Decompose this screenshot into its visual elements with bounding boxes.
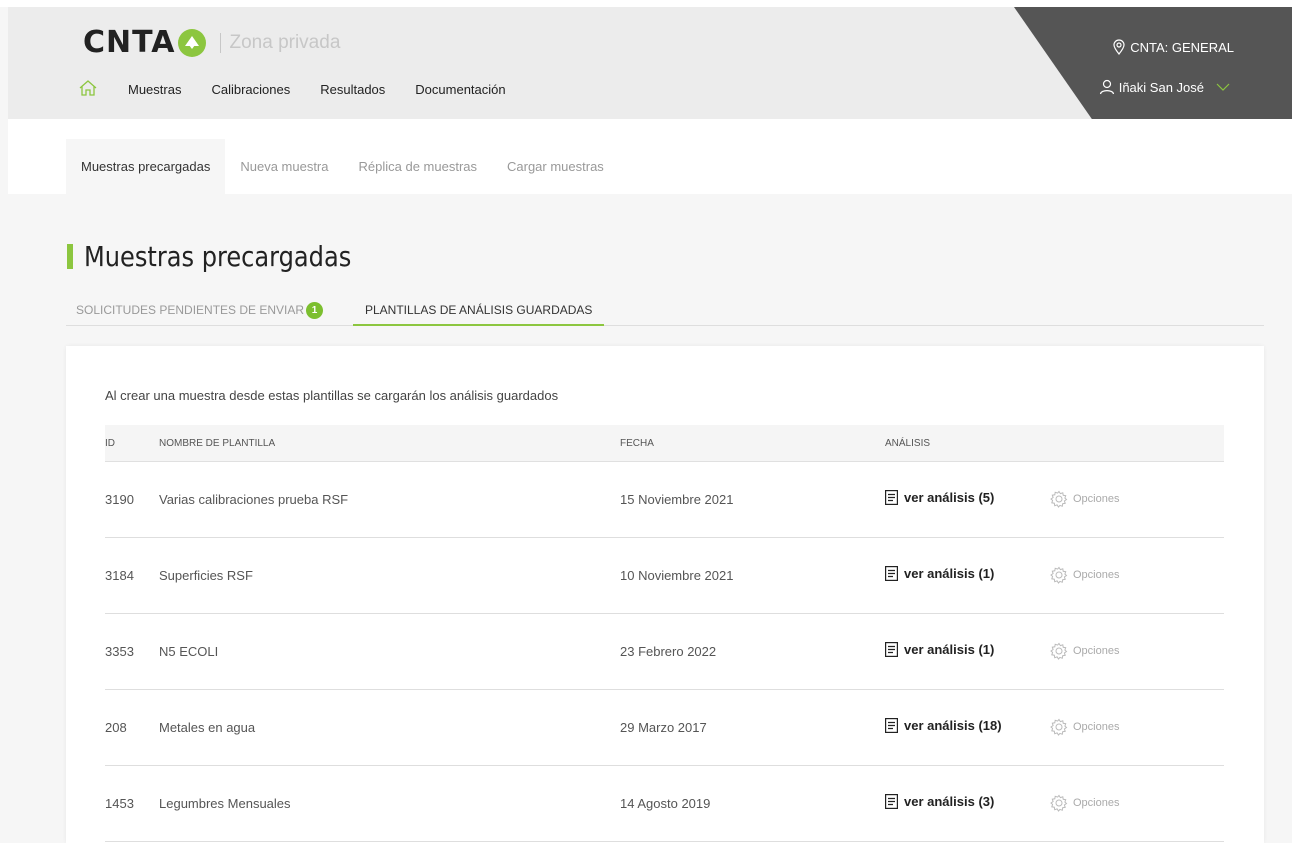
options-label: Opciones <box>1073 721 1120 733</box>
row-date: 14 Agosto 2019 <box>620 796 711 811</box>
chevron-down-icon <box>1216 83 1230 91</box>
row-id: 3190 <box>105 492 134 507</box>
view-analysis-label: ver análisis (18) <box>904 718 1002 733</box>
table-row: 208 Metales en agua 29 Marzo 2017 ver an… <box>105 690 1224 766</box>
row-date: 29 Marzo 2017 <box>620 720 707 735</box>
pending-count-badge: 1 <box>306 302 324 320</box>
user-icon <box>1099 79 1114 95</box>
table-row: 3190 Varias calibraciones prueba RSF 15 … <box>105 462 1224 538</box>
gear-icon <box>1050 794 1068 812</box>
options-button[interactable]: Opciones <box>1050 490 1119 508</box>
templates-card: Al crear una muestra desde estas plantil… <box>66 346 1264 843</box>
gear-icon <box>1050 490 1068 508</box>
row-date: 23 Febrero 2022 <box>620 644 717 659</box>
row-date: 10 Noviembre 2021 <box>620 568 734 583</box>
table-header: ID NOMBRE DE PLANTILLA FECHA ANÁLISIS <box>105 425 1224 462</box>
top-strip <box>0 0 1292 7</box>
options-button[interactable]: Opciones <box>1050 566 1119 584</box>
row-id: 3184 <box>105 568 134 583</box>
view-analysis-link[interactable]: ver análisis (18) <box>885 718 1002 733</box>
options-label: Opciones <box>1073 569 1120 581</box>
tab-saved-templates[interactable]: PLANTILLAS DE ANÁLISIS GUARDADAS <box>353 296 605 326</box>
tab-pending-label: SOLICITUDES PENDIENTES DE ENVIAR <box>76 303 305 317</box>
row-date: 15 Noviembre 2021 <box>620 492 734 507</box>
table-row: 3353 N5 ECOLI 23 Febrero 2022 ver anális… <box>105 614 1224 690</box>
tab-pending-requests[interactable]: SOLICITUDES PENDIENTES DE ENVIAR 1 <box>76 296 324 326</box>
col-name: NOMBRE DE PLANTILLA <box>159 438 276 449</box>
subtab-muestras-precargadas[interactable]: Muestras precargadas <box>66 139 226 194</box>
title-accent-bar <box>67 244 73 269</box>
options-button[interactable]: Opciones <box>1050 718 1119 736</box>
gear-icon <box>1050 718 1068 736</box>
document-icon <box>885 794 898 809</box>
intro-text: Al crear una muestra desde estas plantil… <box>105 388 559 403</box>
view-analysis-link[interactable]: ver análisis (3) <box>885 794 994 809</box>
logo-mark-icon <box>178 28 207 57</box>
row-id: 208 <box>105 720 127 735</box>
user-menu[interactable]: Iñaki San José <box>1034 79 1234 95</box>
options-button[interactable]: Opciones <box>1050 642 1119 660</box>
subtab-cargar-muestras[interactable]: Cargar muestras <box>492 139 619 194</box>
subtabs-bar: Muestras precargadas Nueva muestra Répli… <box>8 119 1292 194</box>
location-pin-icon <box>1113 39 1125 55</box>
user-info: CNTA: GENERAL Iñaki San José <box>1034 39 1234 95</box>
section-tabs: SOLICITUDES PENDIENTES DE ENVIAR 1 PLANTI… <box>66 296 1264 326</box>
view-analysis-label: ver análisis (1) <box>904 566 995 581</box>
view-analysis-link[interactable]: ver análisis (1) <box>885 642 994 657</box>
nav-calibraciones[interactable]: Calibraciones <box>211 82 290 97</box>
table-row: 1453 Legumbres Mensuales 14 Agosto 2019 … <box>105 766 1224 842</box>
main-nav: Muestras Calibraciones Resultados Docume… <box>78 79 536 99</box>
view-analysis-label: ver análisis (1) <box>904 642 995 657</box>
document-icon <box>885 718 898 733</box>
col-analysis: ANÁLISIS <box>885 438 931 449</box>
gear-icon <box>1050 642 1068 660</box>
row-name: Superficies RSF <box>159 568 253 583</box>
row-name: Varias calibraciones prueba RSF <box>159 492 349 507</box>
options-label: Opciones <box>1073 797 1120 809</box>
nav-documentacion[interactable]: Documentación <box>415 82 505 97</box>
subtab-nueva-muestra[interactable]: Nueva muestra <box>225 139 343 194</box>
view-analysis-link[interactable]: ver análisis (1) <box>885 566 994 581</box>
zone-label: Zona privada <box>220 32 340 53</box>
row-name: Legumbres Mensuales <box>159 796 291 811</box>
subtab-replica-muestras[interactable]: Réplica de muestras <box>344 139 493 194</box>
home-icon[interactable] <box>78 79 100 99</box>
table-row: 3184 Superficies RSF 10 Noviembre 2021 v… <box>105 538 1224 614</box>
document-icon <box>885 566 898 581</box>
logo[interactable]: CNTA Zona privada <box>83 25 340 60</box>
nav-muestras[interactable]: Muestras <box>128 82 181 97</box>
options-label: Opciones <box>1073 493 1120 505</box>
row-name: N5 ECOLI <box>159 644 219 659</box>
gear-icon <box>1050 566 1068 584</box>
user-name: Iñaki San José <box>1118 79 1204 95</box>
header: CNTA Zona privada Muestras Calibraciones… <box>8 7 1292 119</box>
document-icon <box>885 642 898 657</box>
view-analysis-link[interactable]: ver análisis (5) <box>885 490 994 505</box>
location-selector[interactable]: CNTA: GENERAL <box>1034 39 1234 55</box>
options-button[interactable]: Opciones <box>1050 794 1119 812</box>
col-date: FECHA <box>620 438 654 449</box>
row-id: 1453 <box>105 796 134 811</box>
row-name: Metales en agua <box>159 720 256 735</box>
document-icon <box>885 490 898 505</box>
col-id: ID <box>105 438 115 449</box>
view-analysis-label: ver análisis (5) <box>904 490 995 505</box>
page-title: Muestras precargadas <box>84 240 352 273</box>
view-analysis-label: ver análisis (3) <box>904 794 995 809</box>
options-label: Opciones <box>1073 645 1120 657</box>
location-label: CNTA: GENERAL <box>1130 39 1234 55</box>
logo-text: CNTA <box>83 25 176 60</box>
row-id: 3353 <box>105 644 134 659</box>
nav-resultados[interactable]: Resultados <box>320 82 385 97</box>
